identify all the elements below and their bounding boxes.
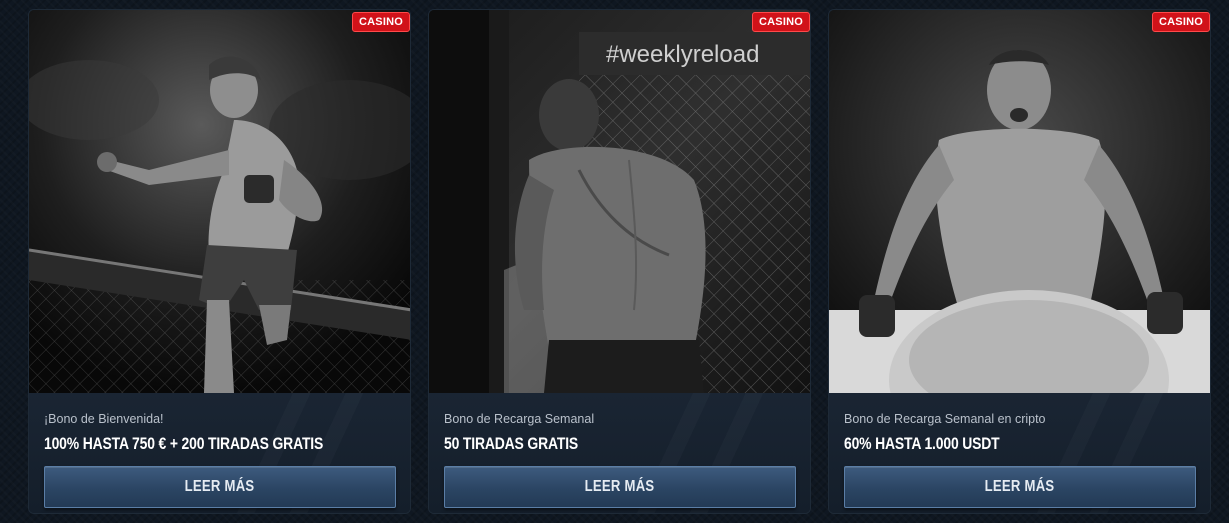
promo-offer: 100% HASTA 750 € + 200 TIRADAS GRATIS — [44, 434, 324, 453]
promo-info: Bono de Recarga Semanal 50 TIRADAS GRATI… — [429, 393, 810, 513]
casino-badge: CASINO — [352, 12, 410, 32]
promo-subtitle: Bono de Recarga Semanal — [444, 412, 595, 426]
promo-card-weekly-reload[interactable]: #weeklyreload CASINO Bono de Recarga Sem… — [428, 9, 811, 514]
read-more-button[interactable]: LEER MÁS — [844, 466, 1196, 508]
promotions-grid: CASINO ¡Bono de Bienvenida! 100% HASTA 7… — [0, 0, 1229, 523]
promo-offer: 60% HASTA 1.000 USDT — [844, 434, 1000, 453]
promo-info: ¡Bono de Bienvenida! 100% HASTA 750 € + … — [29, 393, 410, 513]
promo-info: Bono de Recarga Semanal en cripto 60% HA… — [829, 393, 1210, 513]
promo-subtitle: Bono de Recarga Semanal en cripto — [844, 412, 1046, 426]
read-more-label: LEER MÁS — [985, 478, 1055, 495]
promo-image-fighter-on-cage: CASINO — [29, 10, 410, 393]
promo-card-welcome-bonus[interactable]: CASINO ¡Bono de Bienvenida! 100% HASTA 7… — [28, 9, 411, 514]
read-more-button[interactable]: LEER MÁS — [444, 466, 796, 508]
read-more-button[interactable]: LEER MÁS — [44, 466, 396, 508]
weekly-reload-banner: #weeklyreload — [606, 41, 759, 68]
read-more-label: LEER MÁS — [185, 478, 255, 495]
casino-badge: CASINO — [752, 12, 810, 32]
casino-badge: CASINO — [1152, 12, 1210, 32]
read-more-label: LEER MÁS — [585, 478, 655, 495]
promo-subtitle: ¡Bono de Bienvenida! — [44, 412, 164, 426]
promo-image-fighter-yelling: CASINO — [829, 10, 1210, 393]
promo-image-fighter-in-cage: #weeklyreload CASINO — [429, 10, 810, 393]
promo-card-crypto-reload[interactable]: CASINO Bono de Recarga Semanal en cripto… — [828, 9, 1211, 514]
promo-offer: 50 TIRADAS GRATIS — [444, 434, 579, 453]
